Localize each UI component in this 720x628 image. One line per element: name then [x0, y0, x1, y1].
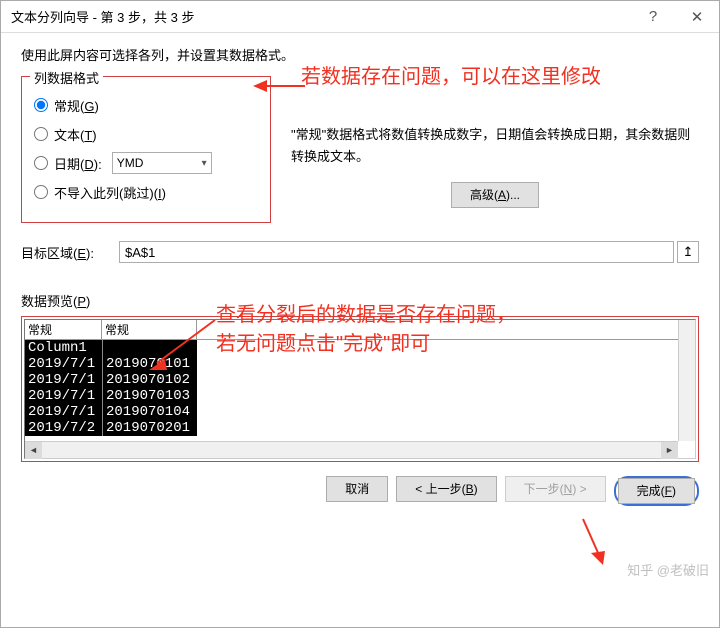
range-picker-button[interactable]: ↥	[677, 241, 699, 263]
preview-box: 常规 常规 Column12019/7/120190701012019/7/12…	[21, 316, 699, 462]
preview-inner[interactable]: 常规 常规 Column12019/7/120190701012019/7/12…	[24, 319, 696, 459]
radio-date[interactable]	[34, 156, 48, 170]
preview-body: Column12019/7/120190701012019/7/12019070…	[25, 340, 197, 436]
table-row: 2019/7/12019070104	[25, 404, 197, 420]
column-format-group: 列数据格式 常规(G) 文本(T) 日期(D): YMD ▾	[21, 76, 271, 223]
table-row: 2019/7/12019070103	[25, 388, 197, 404]
cell: 2019070201	[102, 420, 197, 436]
scroll-right-icon[interactable]: ►	[661, 442, 678, 459]
advanced-button[interactable]: 高级(A)...	[451, 182, 539, 208]
help-button[interactable]: ?	[631, 1, 675, 33]
target-row: 目标区域(E): ↥	[21, 241, 699, 263]
format-description: "常规"数据格式将数值转换成数字，日期值会转换成日期，其余数据则转换成文本。	[291, 124, 699, 168]
cell: 2019070102	[102, 372, 197, 388]
radio-skip[interactable]	[34, 185, 48, 199]
vertical-scrollbar[interactable]	[678, 320, 695, 441]
footer-buttons: 取消 < 上一步(B) 下一步(N) > 完成(F)	[21, 462, 699, 506]
radio-text-label: 文本(T)	[54, 125, 97, 144]
preview-col-header[interactable]: 常规	[25, 320, 102, 339]
cell: Column1	[25, 340, 102, 356]
cell: 2019070104	[102, 404, 197, 420]
cancel-button[interactable]: 取消	[326, 476, 388, 502]
target-input[interactable]	[119, 241, 674, 263]
table-row: 2019/7/22019070201	[25, 420, 197, 436]
chevron-down-icon: ▾	[202, 158, 207, 169]
range-picker-icon: ↥	[683, 244, 694, 260]
radio-skip-label: 不导入此列(跳过)(I)	[54, 183, 166, 202]
format-description-area: "常规"数据格式将数值转换成数字，日期值会转换成日期，其余数据则转换成文本。 高…	[291, 76, 699, 208]
close-button[interactable]: ✕	[675, 1, 719, 33]
back-button[interactable]: < 上一步(B)	[396, 476, 496, 502]
radio-general[interactable]	[34, 98, 48, 112]
window-title: 文本分列向导 - 第 3 步，共 3 步	[11, 7, 631, 26]
date-format-select[interactable]: YMD ▾	[112, 152, 212, 174]
horizontal-scrollbar[interactable]: ◄ ►	[25, 441, 678, 458]
table-row: 2019/7/12019070102	[25, 372, 197, 388]
cell: 2019/7/1	[25, 356, 102, 372]
watermark: 知乎 @老破旧	[627, 560, 709, 579]
cell: 2019070103	[102, 388, 197, 404]
date-format-value: YMD	[117, 156, 144, 170]
cell	[102, 340, 197, 356]
preview-col-header[interactable]: 常规	[102, 320, 197, 339]
wizard-window: 文本分列向导 - 第 3 步，共 3 步 ? ✕ 使用此屏内容可选择各列，并设置…	[0, 0, 720, 628]
preview-header-row: 常规 常规	[25, 320, 695, 340]
radio-general-label: 常规(G)	[54, 96, 99, 115]
target-label: 目标区域(E):	[21, 243, 119, 262]
radio-date-label: 日期(D):	[54, 154, 102, 173]
table-row: Column1	[25, 340, 197, 356]
preview-label: 数据预览(P)	[21, 291, 699, 310]
cell: 2019/7/2	[25, 420, 102, 436]
instruction-text: 使用此屏内容可选择各列，并设置其数据格式。	[21, 45, 699, 64]
content-area: 使用此屏内容可选择各列，并设置其数据格式。 列数据格式 常规(G) 文本(T) …	[1, 33, 719, 627]
scroll-left-icon[interactable]: ◄	[25, 442, 42, 459]
group-legend: 列数据格式	[30, 68, 103, 87]
titlebar: 文本分列向导 - 第 3 步，共 3 步 ? ✕	[1, 1, 719, 33]
cell: 2019/7/1	[25, 404, 102, 420]
radio-text[interactable]	[34, 127, 48, 141]
cell: 2019070101	[102, 356, 197, 372]
table-row: 2019/7/12019070101	[25, 356, 197, 372]
arrow-icon	[577, 517, 607, 567]
cell: 2019/7/1	[25, 388, 102, 404]
next-button: 下一步(N) >	[505, 476, 606, 502]
finish-button[interactable]: 完成(F)	[618, 478, 695, 504]
cell: 2019/7/1	[25, 372, 102, 388]
